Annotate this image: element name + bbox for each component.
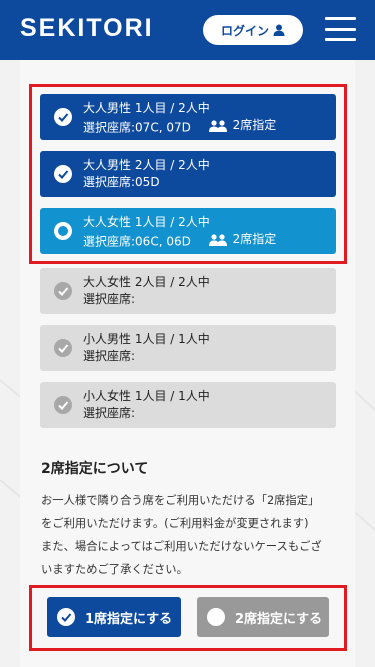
menu-icon[interactable] bbox=[325, 17, 356, 41]
logo[interactable]: SEKITORI bbox=[20, 14, 154, 43]
app-header: SEKITORI ログイン bbox=[0, 0, 375, 60]
highlight-box-passengers bbox=[29, 84, 347, 264]
passenger-label: 大人女性 2人目 / 2人中 bbox=[83, 275, 210, 289]
check-icon bbox=[54, 339, 72, 357]
radio-empty-icon bbox=[207, 608, 225, 626]
double-seat-label: 2席指定にする bbox=[235, 611, 323, 627]
single-seat-label: 1席指定にする bbox=[85, 611, 173, 627]
section-description: お一人様で隣り合う席をご利用いただける「2席指定」 をご利用いただけます。(ご利… bbox=[41, 494, 322, 576]
check-icon bbox=[54, 396, 72, 414]
section-title: 2席指定について bbox=[41, 461, 149, 477]
single-seat-button[interactable]: 1席指定にする bbox=[47, 597, 181, 637]
passenger-item-child-male-1[interactable]: 小人男性 1人目 / 1人中 選択座席: bbox=[40, 325, 336, 371]
user-icon bbox=[273, 24, 285, 36]
passenger-label: 小人女性 1人目 / 1人中 bbox=[83, 389, 210, 403]
seat-selection: 選択座席: bbox=[83, 406, 136, 420]
seat-selection: 選択座席: bbox=[83, 349, 136, 363]
double-seat-button[interactable]: 2席指定にする bbox=[197, 597, 329, 637]
passenger-label: 小人男性 1人目 / 1人中 bbox=[83, 332, 210, 346]
passenger-item-adult-female-2[interactable]: 大人女性 2人目 / 2人中 選択座席: bbox=[40, 268, 336, 314]
seat-selection: 選択座席: bbox=[83, 292, 136, 306]
passenger-item-child-female-1[interactable]: 小人女性 1人目 / 1人中 選択座席: bbox=[40, 382, 336, 428]
check-icon bbox=[54, 282, 72, 300]
login-button[interactable]: ログイン bbox=[203, 15, 303, 45]
check-icon bbox=[57, 608, 75, 626]
login-label: ログイン bbox=[220, 23, 269, 38]
